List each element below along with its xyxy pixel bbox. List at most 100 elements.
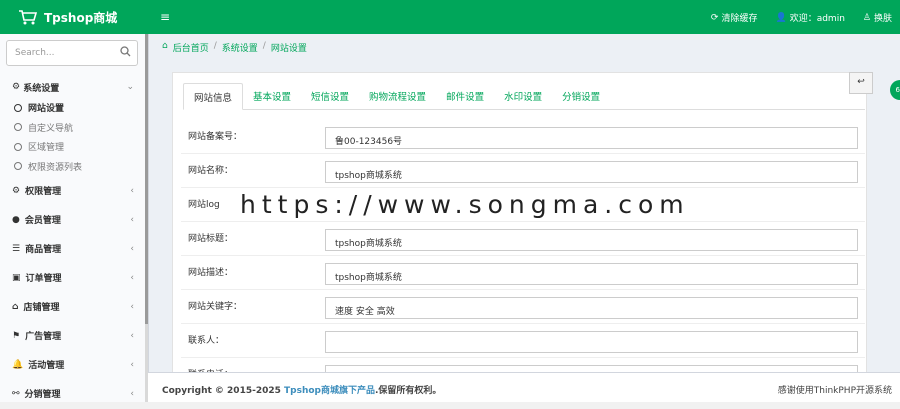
circle-icon	[14, 162, 22, 171]
breadcrumb-current[interactable]: 网站设置	[271, 41, 307, 54]
clear-cache-label: 清除缓存	[721, 14, 758, 24]
copyright-text: Copyright © 2015-2025	[162, 386, 285, 396]
sidebar-item-region-management[interactable]: 区域管理	[14, 137, 148, 157]
chevron-left-icon: ‹	[130, 272, 134, 283]
logo-text: Tpshop商城	[44, 10, 118, 25]
flag-icon: ⚑	[12, 330, 21, 341]
home-icon: ⌂	[162, 41, 168, 51]
form-row: 网站描述： tpshop商城系统	[181, 256, 865, 290]
site-description-field[interactable]: tpshop商城系统	[325, 263, 858, 285]
field-label: 网站关键字：	[188, 302, 243, 312]
form-row: 联系人：	[181, 324, 865, 358]
sidebar-item-activities[interactable]: 🔔 活动管理 ‹	[0, 350, 148, 379]
person-icon: ♙	[862, 12, 871, 23]
refresh-icon: ⟳	[710, 12, 719, 23]
sidebar-scrollbar-thumb[interactable]	[145, 34, 148, 324]
circle-icon	[14, 103, 22, 112]
sidebar-item-products[interactable]: ☰ 商品管理 ‹	[0, 234, 148, 263]
floating-badge[interactable]: 64	[890, 80, 900, 100]
chevron-left-icon: ‹	[130, 185, 134, 196]
icp-number-field[interactable]: 鲁00-123456号	[325, 127, 858, 149]
sidebar-item-orders[interactable]: ▣ 订单管理 ‹	[0, 263, 148, 292]
breadcrumb-home[interactable]: 后台首页	[173, 41, 209, 54]
settings-tabs: 网站信息 基本设置 短信设置 购物流程设置 邮件设置 水印设置 分销设置	[183, 83, 865, 110]
sidebar-menu: ⚙ 系统设置 ⌄ 网站设置 自定义导航 区域管理 权限资源列表 ⚙ 权限管理 ‹…	[0, 76, 148, 408]
search-icon[interactable]	[120, 46, 131, 57]
circle-icon	[14, 142, 22, 151]
chevron-left-icon: ‹	[130, 243, 134, 254]
tab-watermark-settings[interactable]: 水印设置	[494, 83, 552, 109]
tab-site-info[interactable]: 网站信息	[183, 83, 244, 110]
tab-mail-settings[interactable]: 邮件设置	[436, 83, 494, 109]
share-icon: ⚯	[12, 388, 20, 399]
breadcrumb-separator: /	[262, 41, 266, 51]
form-row: 网站名称： tpshop商城系统	[181, 154, 865, 188]
sidebar-item-members[interactable]: ● 会员管理 ‹	[0, 205, 148, 234]
user-icon: 👤	[775, 12, 787, 23]
sidebar-item-permissions[interactable]: ⚙ 权限管理 ‹	[0, 176, 148, 205]
gear-icon: ⚙	[12, 82, 24, 92]
sidebar-group-system-settings[interactable]: ⚙ 系统设置 ⌄	[0, 76, 148, 98]
sidebar-item-permission-resources[interactable]: 权限资源列表	[14, 157, 148, 177]
logo[interactable]: Tpshop商城	[18, 6, 117, 28]
rights-text: .保留所有权利。	[375, 386, 442, 396]
sidebar-item-label: 权限资源列表	[28, 162, 83, 173]
submenu: 网站设置 自定义导航 区域管理 权限资源列表	[0, 98, 148, 176]
sidebar-item-custom-nav[interactable]: 自定义导航	[14, 118, 148, 138]
tab-basic-settings[interactable]: 基本设置	[243, 83, 301, 109]
back-button[interactable]: ↩	[849, 72, 873, 94]
tab-sms-settings[interactable]: 短信设置	[301, 83, 359, 109]
field-label: 联系人：	[188, 336, 225, 346]
breadcrumb-system[interactable]: 系统设置	[222, 41, 258, 54]
site-info-form: 网站备案号： 鲁00-123456号 网站名称： tpshop商城系统 网站lo…	[181, 120, 865, 389]
sidebar-item-label: 网站设置	[28, 104, 65, 115]
sidebar-item-label: 活动管理	[28, 361, 65, 371]
field-label: 网站名称：	[188, 166, 234, 176]
site-title-field[interactable]: tpshop商城系统	[325, 229, 858, 251]
sidebar-item-stores[interactable]: ⌂ 店铺管理 ‹	[0, 292, 148, 321]
footer-thanks: 感谢使用ThinkPHP开源系统	[777, 386, 892, 396]
list-icon: ☰	[12, 243, 21, 254]
chevron-down-icon: ⌄	[126, 82, 134, 92]
chevron-left-icon: ‹	[130, 301, 134, 312]
contact-person-field[interactable]	[325, 331, 858, 353]
site-name-field[interactable]: tpshop商城系统	[325, 161, 858, 183]
circle-icon	[14, 123, 22, 132]
chevron-left-icon: ‹	[130, 214, 134, 225]
form-row: 网站备案号： 鲁00-123456号	[181, 120, 865, 154]
clear-cache-button[interactable]: ⟳ 清除缓存	[710, 11, 758, 25]
gears-icon: ⚙	[12, 185, 21, 196]
brand-link[interactable]: Tpshop商城旗下产品	[284, 386, 375, 396]
sidebar-item-label: 会员管理	[24, 216, 61, 226]
user-icon: ●	[12, 214, 20, 225]
sidebar-item-ads[interactable]: ⚑ 广告管理 ‹	[0, 321, 148, 350]
chevron-left-icon: ‹	[130, 359, 134, 370]
watermark-text: https://www.songma.com	[240, 190, 690, 219]
welcome-label: 欢迎：admin	[789, 14, 845, 24]
search-input[interactable]: Search...	[6, 40, 138, 66]
switch-skin-button[interactable]: ♙ 换肤	[862, 11, 892, 25]
sidebar-item-label: 商品管理	[25, 245, 62, 255]
switch-label: 换肤	[873, 14, 892, 24]
chevron-left-icon: ‹	[130, 330, 134, 341]
sidebar-item-label: 区域管理	[28, 143, 65, 154]
money-icon: ▣	[12, 272, 21, 283]
field-label: 网站log	[188, 200, 220, 210]
welcome-user[interactable]: 👤 欢迎：admin	[775, 11, 845, 25]
breadcrumb-separator: /	[213, 41, 217, 51]
menu-toggle-button[interactable]: ≡	[160, 10, 170, 24]
field-label: 网站标题：	[188, 234, 234, 244]
site-keywords-field[interactable]: 速度 安全 高效	[325, 297, 858, 319]
search-placeholder: Search...	[15, 48, 55, 58]
home-icon: ⌂	[12, 301, 19, 312]
cart-icon	[19, 10, 38, 25]
top-navbar: Tpshop商城 ≡ ⟳ 清除缓存 👤 欢迎：admin ♙ 换肤	[0, 0, 900, 34]
breadcrumb: ⌂ 后台首页 / 系统设置 / 网站设置	[162, 41, 307, 54]
sidebar-item-label: 广告管理	[25, 332, 62, 342]
sidebar: Search... ⚙ 系统设置 ⌄ 网站设置 自定义导航 区域管理 权限资源列…	[0, 34, 149, 409]
tab-distribution-settings[interactable]: 分销设置	[552, 83, 610, 109]
sidebar-item-label: 自定义导航	[28, 123, 74, 134]
tab-shopping-flow[interactable]: 购物流程设置	[359, 83, 436, 109]
sidebar-item-site-settings[interactable]: 网站设置	[14, 98, 148, 118]
browser-status-bar	[0, 402, 900, 409]
